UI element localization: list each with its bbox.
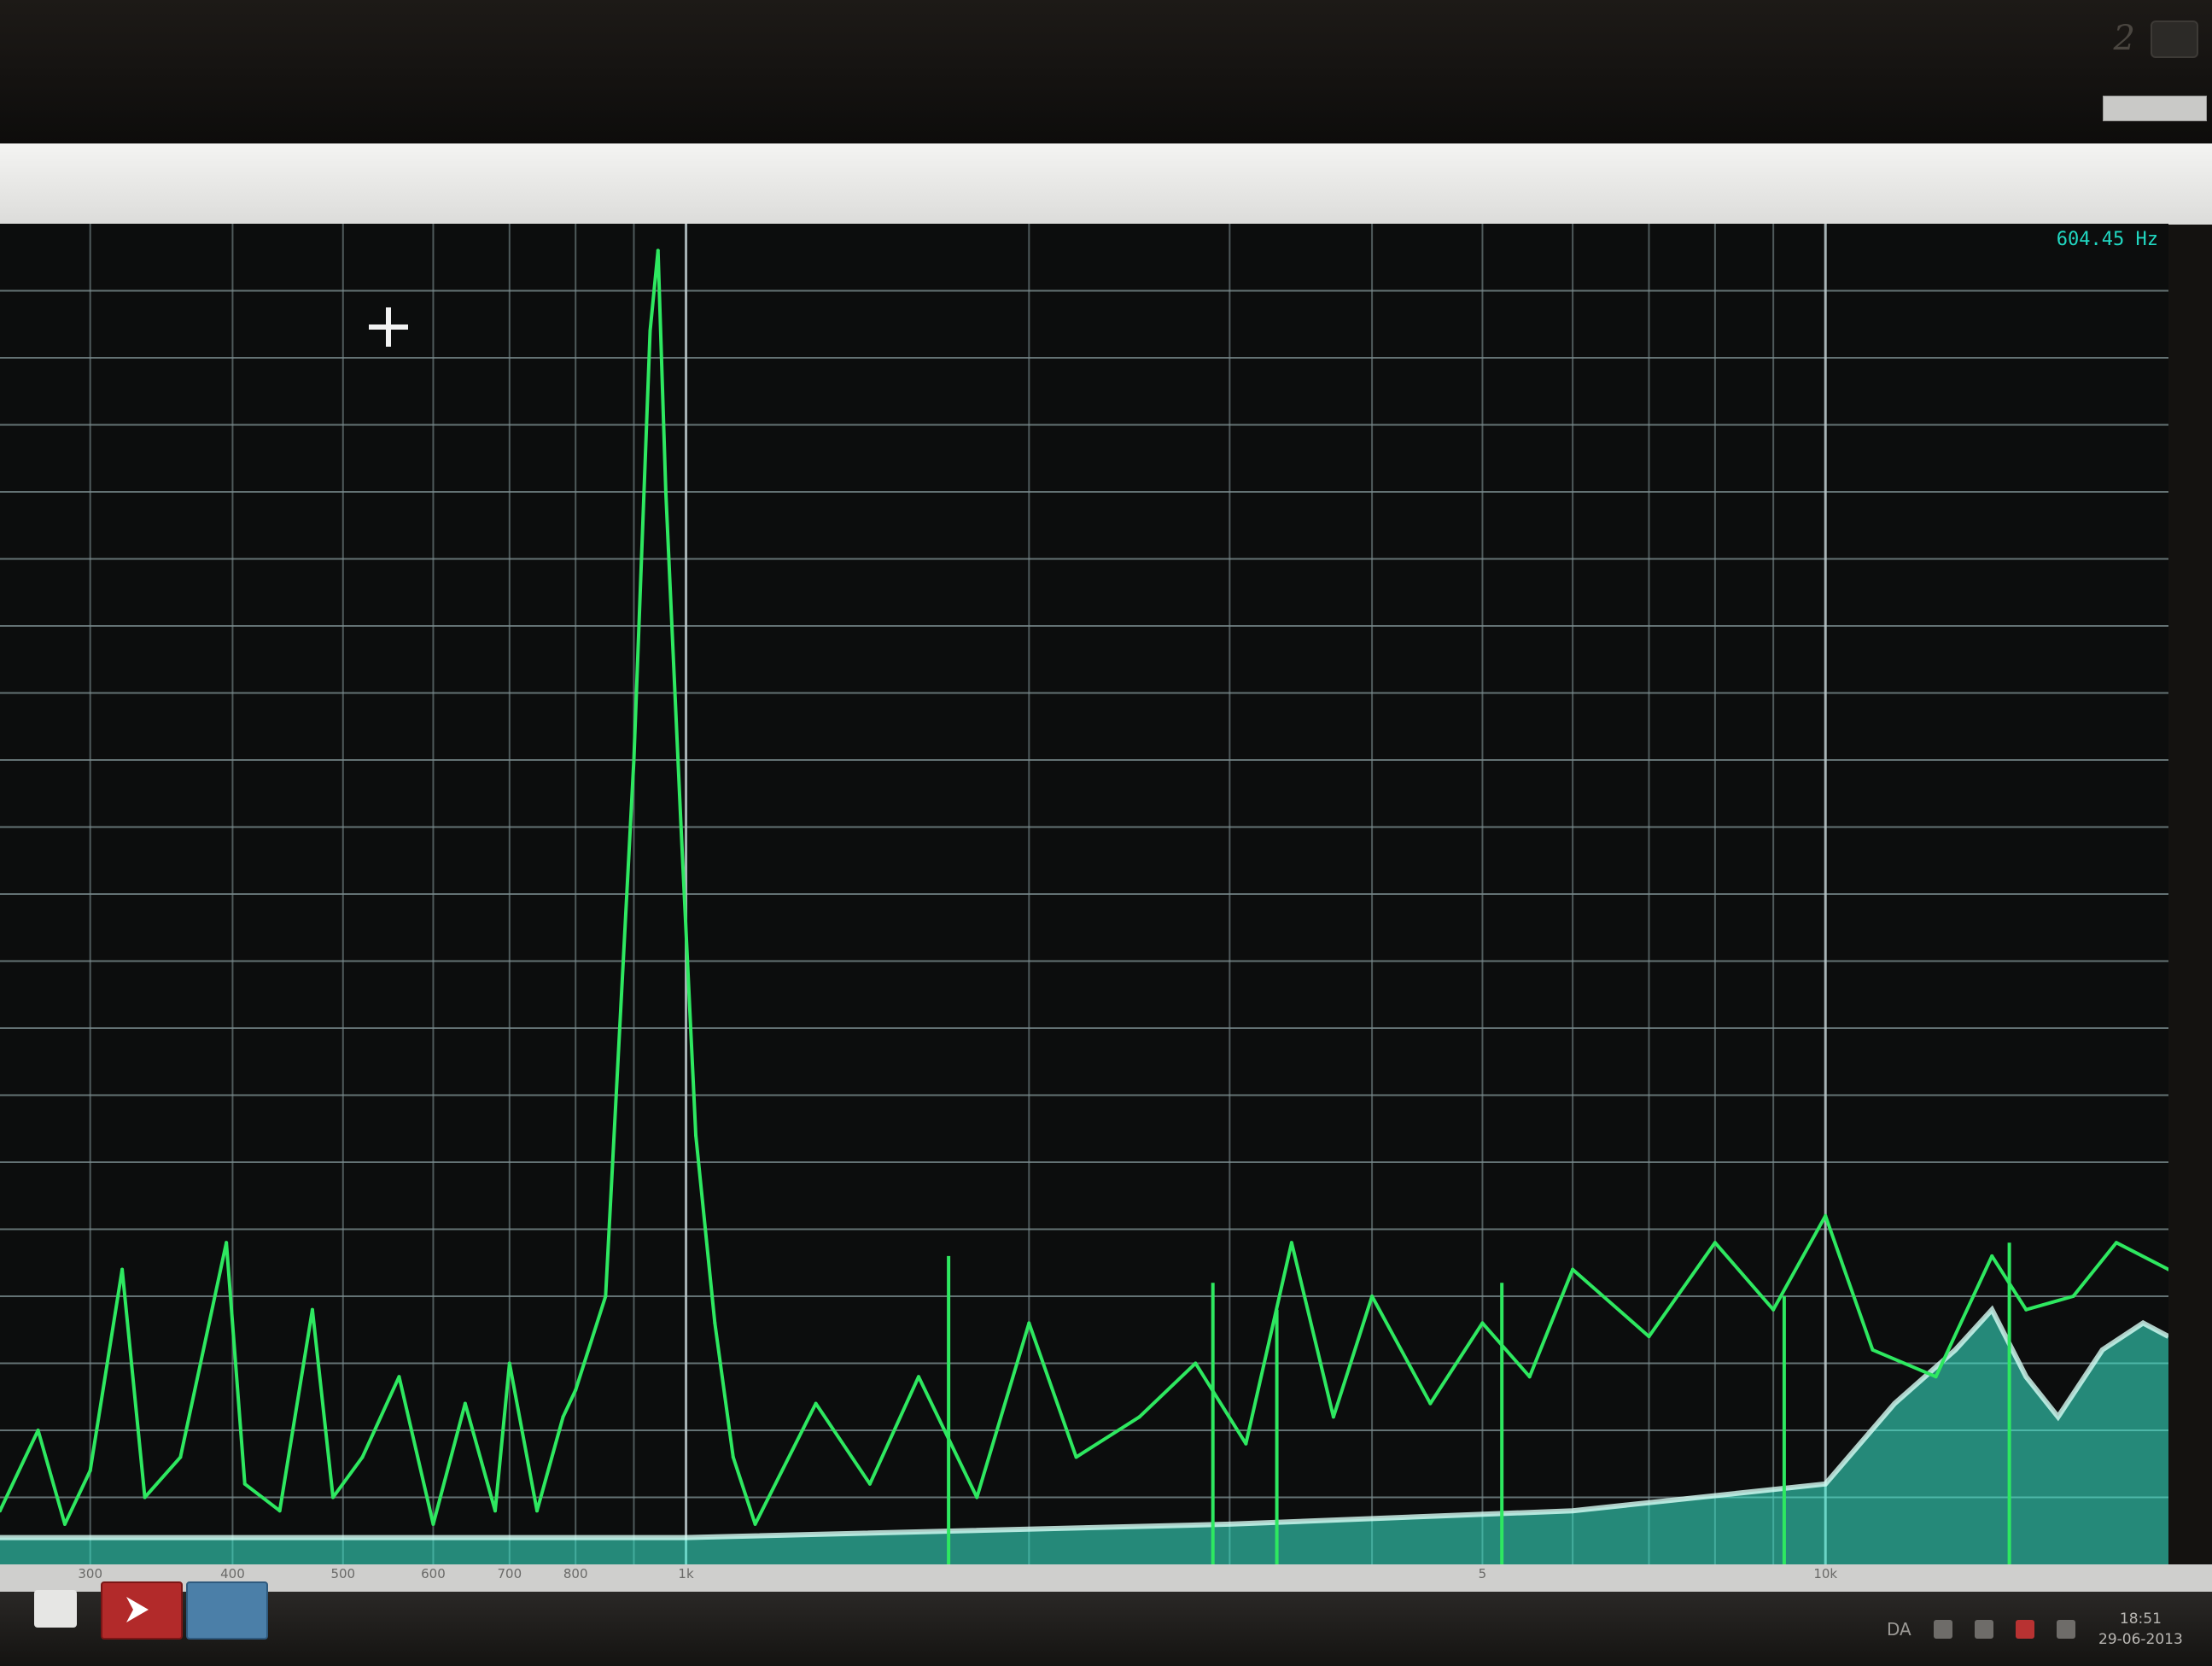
x-tick-label: 800 [563, 1566, 588, 1581]
spectrum-point [463, 1401, 467, 1406]
x-tick-label: 400 [220, 1566, 245, 1581]
spectrum-point [753, 1522, 757, 1526]
spectrum-point [360, 1455, 365, 1459]
spectrum-plot-area[interactable]: 604.45 Hz [0, 224, 2168, 1564]
spectrum-point [1527, 1375, 1532, 1379]
spectrum-point [493, 1509, 498, 1513]
spectrum-point [648, 329, 652, 333]
spectrum-point [1990, 1254, 1994, 1258]
spectrum-point [1824, 1213, 1828, 1218]
spectrum-point [331, 1495, 336, 1499]
tray-expand-icon[interactable] [1933, 1620, 1952, 1639]
spectrum-point [656, 248, 660, 253]
spectrum-point [62, 1522, 67, 1526]
spectrum-point [1137, 1415, 1141, 1419]
system-tray: DA [1887, 1612, 2075, 1646]
spectrum-point [574, 1388, 578, 1392]
spectrum-point [604, 1295, 608, 1298]
spectrum-point [1480, 1321, 1485, 1325]
spectrum-series-line [0, 248, 2168, 1526]
spectrum-point [561, 1415, 565, 1419]
spectrum-point [975, 1495, 979, 1499]
spectrum-chart [0, 224, 2168, 1564]
spectrum-point [1428, 1401, 1433, 1406]
spectrum-point [2024, 1307, 2028, 1312]
spectrum-point [713, 1321, 717, 1325]
clock-time: 18:51 [2119, 1610, 2162, 1628]
monitor-bezel: 2 [0, 0, 2212, 145]
spectrum-point [1871, 1347, 1875, 1352]
start-button[interactable] [34, 1590, 77, 1628]
spectrum-point [1331, 1415, 1335, 1419]
spectrum-point [1027, 1321, 1031, 1325]
spectrum-point [1934, 1375, 1938, 1379]
spectrum-point [2114, 1241, 2118, 1245]
spectrum-point [1194, 1361, 1198, 1365]
spectrum-point [1370, 1295, 1374, 1298]
mouse-crosshair-icon [369, 307, 408, 347]
spectrum-point [277, 1509, 282, 1513]
spectrum-point [663, 490, 668, 494]
spectrum-point [1289, 1241, 1293, 1245]
spectrum-point [431, 1522, 435, 1526]
spectrum-point [225, 1241, 229, 1245]
tray-flag-icon[interactable] [1974, 1620, 1993, 1639]
spectrum-point [1647, 1335, 1651, 1339]
cursor-frequency-readout: 604.45 Hz [2056, 229, 2158, 250]
x-tick-label: 10k [1813, 1566, 1838, 1581]
spectrum-point [867, 1482, 872, 1486]
x-tick-label: 1k [678, 1566, 694, 1581]
spectrum-point [397, 1375, 401, 1379]
x-tick-label: 500 [330, 1566, 356, 1581]
spectrum-point [36, 1429, 40, 1432]
taskbar-clock[interactable]: 18:51 29-06-2013 [2098, 1609, 2183, 1650]
spectrum-point [535, 1509, 540, 1513]
tray-language[interactable]: DA [1887, 1619, 1911, 1640]
spectrum-point [120, 1267, 125, 1271]
spectrum-point [1244, 1441, 1248, 1446]
spectrum-point [916, 1375, 920, 1379]
taskbar-app-button[interactable] [101, 1581, 183, 1640]
tray-network-icon[interactable] [2015, 1620, 2034, 1639]
monitor-logo: 2 [2113, 19, 2135, 58]
window-controls[interactable] [2103, 96, 2207, 121]
spectrum-point [88, 1469, 92, 1473]
monitor-power-button [2151, 20, 2198, 58]
taskbar-app-button-2[interactable] [186, 1581, 268, 1640]
x-tick-label: 600 [421, 1566, 446, 1581]
spectrum-point [731, 1455, 735, 1459]
tray-volume-icon[interactable] [2056, 1620, 2075, 1639]
spectrum-point [1074, 1455, 1078, 1459]
spectrum-point [1771, 1307, 1776, 1312]
spectrum-point [1571, 1267, 1575, 1271]
clock-date: 29-06-2013 [2098, 1631, 2183, 1648]
spectrum-point [507, 1361, 511, 1365]
play-arrow-icon [126, 1597, 149, 1622]
spectrum-point [242, 1482, 247, 1486]
spectrum-point [679, 825, 683, 829]
spectrum-point [1713, 1241, 1717, 1245]
window-title-bar[interactable] [0, 143, 2212, 225]
taskbar [0, 1592, 2212, 1666]
x-tick-label: 300 [78, 1566, 102, 1581]
x-tick-label: 5 [1478, 1566, 1487, 1581]
spectrum-point [178, 1455, 183, 1459]
spectrum-point [694, 1133, 698, 1137]
spectrum-point [310, 1307, 314, 1312]
x-tick-label: 700 [497, 1566, 522, 1581]
spectrum-point [632, 758, 636, 762]
spectrum-point [814, 1401, 818, 1406]
spectrum-point [143, 1495, 147, 1499]
spectrum-point [2071, 1295, 2075, 1298]
